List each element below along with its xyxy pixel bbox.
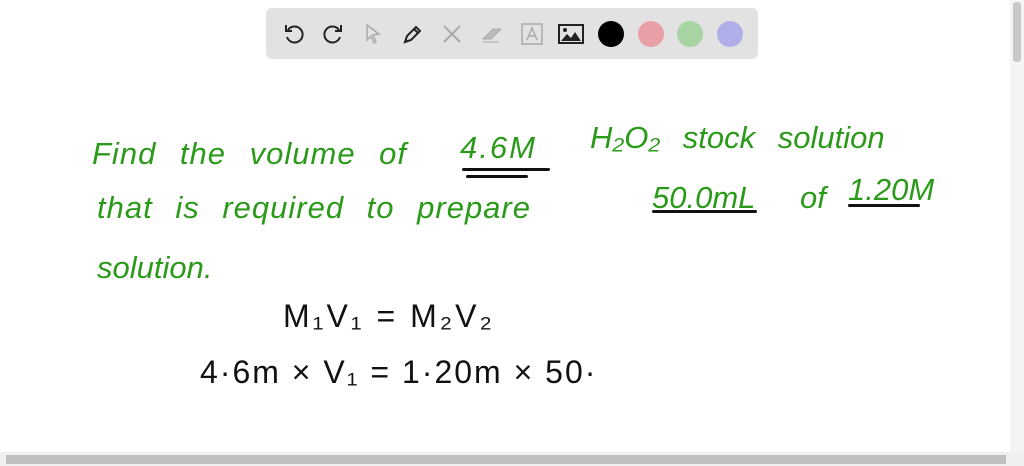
select-icon xyxy=(366,23,381,44)
image-tool[interactable] xyxy=(557,20,585,48)
text-tool[interactable] xyxy=(518,20,546,48)
underline xyxy=(848,204,920,207)
tools-icon xyxy=(443,24,462,43)
select-tool[interactable] xyxy=(359,20,387,48)
image-icon xyxy=(558,23,585,44)
tools-tool[interactable] xyxy=(438,20,466,48)
vertical-scroll-thumb[interactable] xyxy=(1013,2,1021,62)
horizontal-scrollbar[interactable] xyxy=(0,452,1024,466)
vertical-scrollbar[interactable] xyxy=(1010,0,1024,452)
text-line3: solution. xyxy=(97,250,213,285)
equation-2: 4·6m × V₁ = 1·20m × 50· xyxy=(200,354,598,390)
color-green[interactable] xyxy=(676,20,704,48)
text-line2-of: of xyxy=(800,180,826,215)
undo-button[interactable] xyxy=(280,20,308,48)
eraser-tool[interactable] xyxy=(478,20,506,48)
underline xyxy=(462,168,550,171)
text-line2-conc: 1.20M xyxy=(848,172,935,207)
text-line1-b: H₂O₂ stock solution xyxy=(590,120,885,155)
underline xyxy=(652,210,757,213)
eraser-icon xyxy=(481,28,503,42)
text-line1-conc: 4.6M xyxy=(460,130,537,165)
text-line2-a: that is required to prepare xyxy=(97,190,531,225)
horizontal-scroll-thumb[interactable] xyxy=(6,455,1006,464)
text-icon xyxy=(521,22,543,45)
text-line1-a: Find the volume of xyxy=(92,136,408,171)
redo-button[interactable] xyxy=(319,20,347,48)
redo-icon xyxy=(323,24,343,43)
drawing-toolbar xyxy=(266,8,758,59)
color-red[interactable] xyxy=(637,20,665,48)
color-purple[interactable] xyxy=(716,20,744,48)
color-black[interactable] xyxy=(597,20,625,48)
pen-icon xyxy=(403,25,422,44)
pen-tool[interactable] xyxy=(399,20,427,48)
undo-icon xyxy=(284,24,304,43)
underline xyxy=(466,175,528,178)
equation-1: M₁V₁ = M₂V₂ xyxy=(283,298,495,334)
